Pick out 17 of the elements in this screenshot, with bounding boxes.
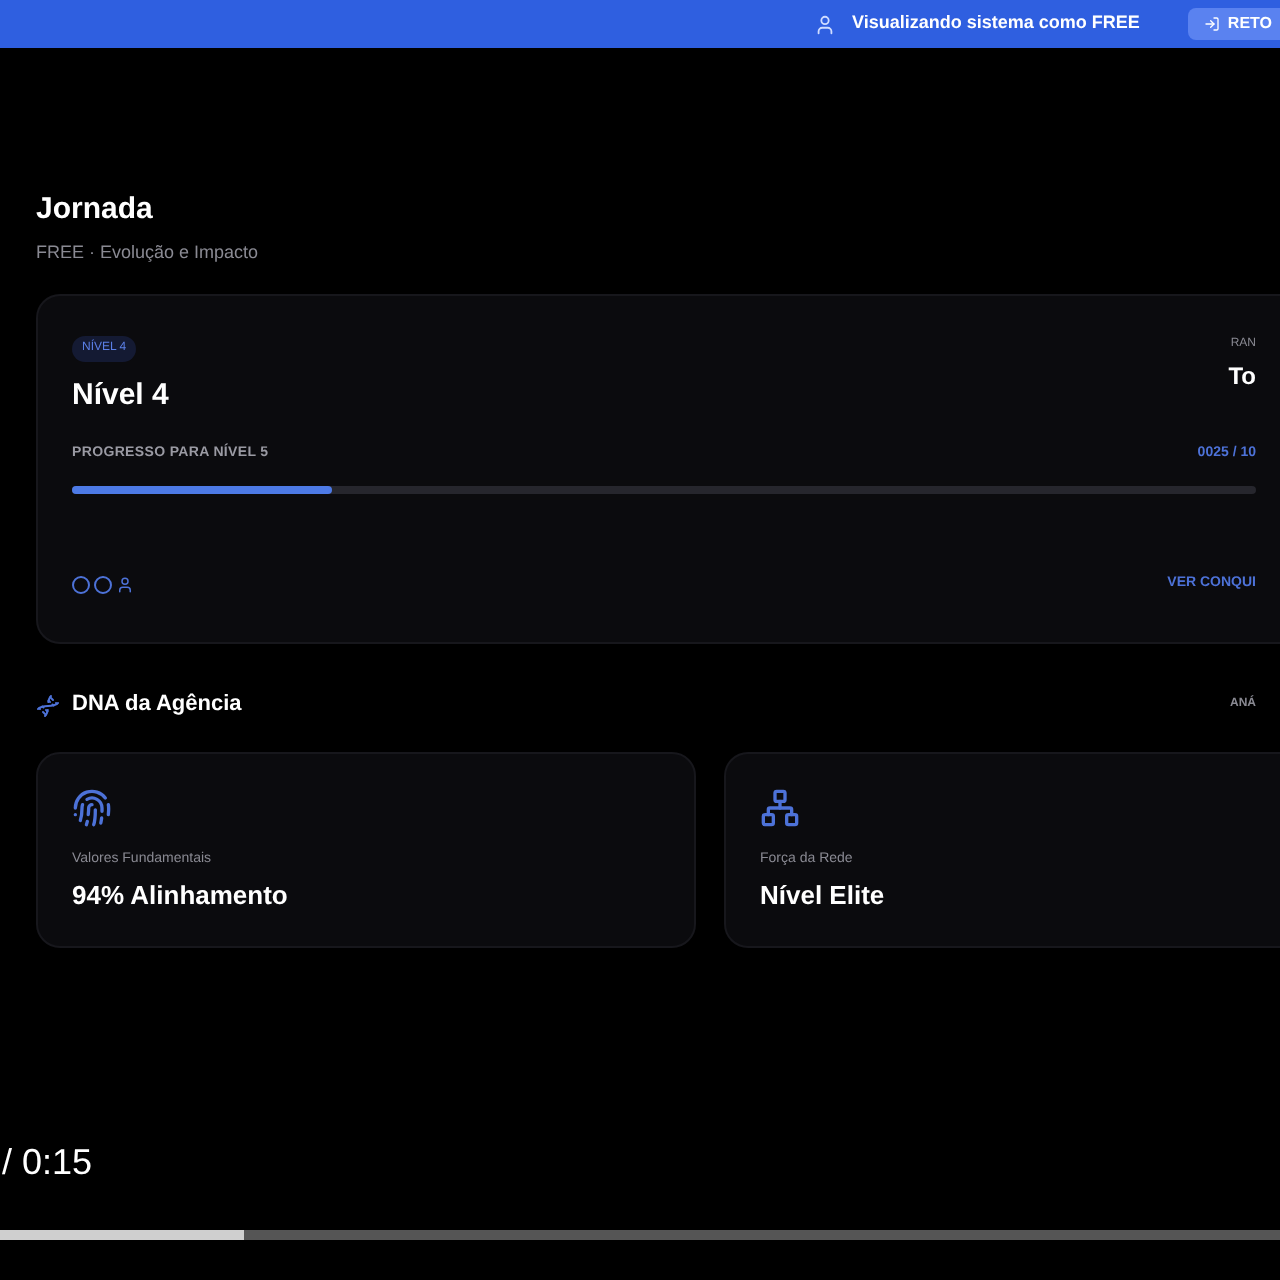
side-value: To bbox=[1228, 360, 1256, 395]
user-icon bbox=[814, 13, 837, 35]
login-icon bbox=[1203, 16, 1220, 32]
fingerprint-icon bbox=[72, 787, 112, 828]
video-progress-track[interactable] bbox=[0, 1230, 1280, 1240]
stat-value: 94% Alinhamento bbox=[72, 878, 290, 915]
banner-text: Visualizando sistema como FREE bbox=[852, 10, 1140, 37]
page-title: Jornada bbox=[36, 192, 155, 230]
video-time: / 0:15 bbox=[2, 1140, 95, 1186]
page-subtitle: FREE · Evolução e Impacto bbox=[36, 239, 261, 266]
section-title: DNA da Agência bbox=[72, 690, 242, 721]
return-button[interactable]: RETO bbox=[1187, 8, 1280, 40]
user-icon bbox=[116, 576, 134, 594]
dna-icon bbox=[36, 693, 60, 717]
network-icon bbox=[760, 787, 800, 828]
level-title: Nível 4 bbox=[72, 376, 169, 417]
stat-value: Nível Elite bbox=[760, 878, 887, 915]
